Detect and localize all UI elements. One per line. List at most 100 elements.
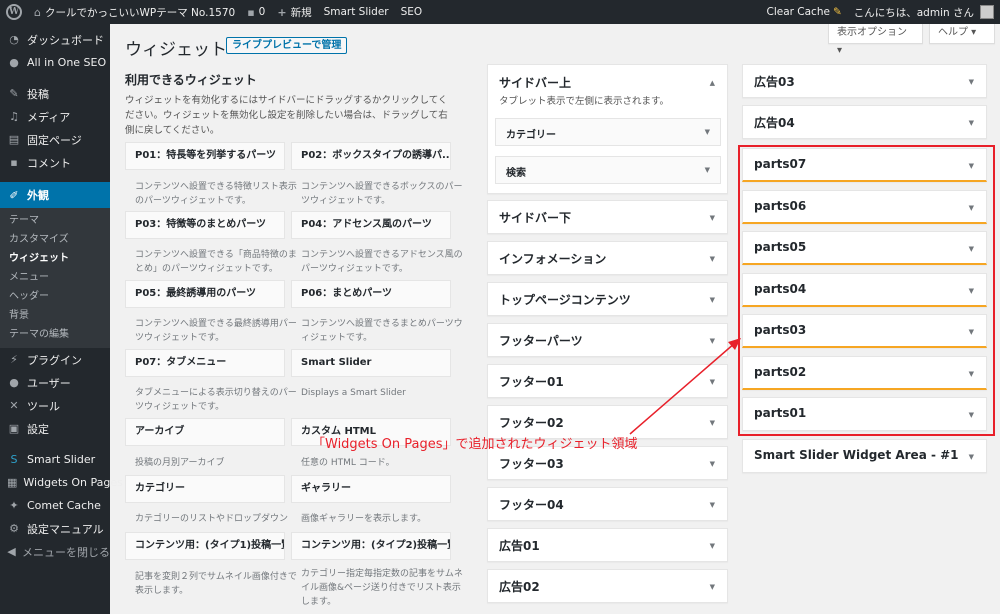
available-widget-desc: 記事を変則２列でサムネイル画像付きで表示します。 — [135, 572, 297, 596]
widget-area-ad04[interactable]: 広告04 ▼ — [742, 105, 987, 139]
widget-area-sidebar-bottom[interactable]: サイドバー下 ▼ — [487, 200, 728, 234]
available-widget-p06[interactable]: P06：まとめパーツ — [291, 280, 451, 308]
user-icon: ● — [9, 376, 19, 389]
expand-arrow-icon[interactable]: ▼ — [710, 419, 715, 427]
submenu-widgets[interactable]: ウィジェット — [0, 249, 110, 268]
comments-link[interactable]: ▪ 0 — [241, 0, 271, 24]
account-menu[interactable]: こんにちは、admin さん — [848, 0, 1000, 24]
sidebar-item-smart-slider[interactable]: S Smart Slider — [0, 448, 110, 471]
area-title: インフォメーション — [499, 252, 607, 266]
collapse-menu-button[interactable]: ◀ メニューを閉じる — [0, 540, 110, 563]
available-widget-content-type1[interactable]: コンテンツ用：(タイプ1)投稿一覧 — [125, 532, 285, 560]
appearance-submenu: テーマ カスタマイズ ウィジェット メニュー ヘッダー 背景 テーマの編集 — [0, 208, 110, 348]
annotation-text: 「Widgets On Pages」で追加されたウィジェット領域 — [312, 437, 638, 452]
collapse-arrow-icon[interactable]: ▲ — [710, 79, 715, 87]
submenu-menus[interactable]: メニュー — [0, 268, 110, 287]
expand-arrow-icon[interactable]: ▼ — [705, 128, 710, 136]
available-widget-p02[interactable]: P02：ボックスタイプの誘導パ... — [291, 142, 451, 170]
available-widget-archive[interactable]: アーカイブ — [125, 418, 285, 446]
sidebar-item-pages[interactable]: ▤ 固定ページ — [0, 128, 110, 151]
expand-arrow-icon[interactable]: ▼ — [710, 337, 715, 345]
smart-slider-link[interactable]: Smart Slider — [318, 0, 395, 24]
widget-area-ad01[interactable]: 広告01 ▼ — [487, 528, 728, 562]
available-widget-p07[interactable]: P07：タブメニュー — [125, 349, 285, 377]
screen-options-button[interactable]: 表示オプション ▾ — [828, 24, 923, 56]
widget-area-information[interactable]: インフォメーション ▼ — [487, 241, 728, 275]
sidebar-item-users[interactable]: ● ユーザー — [0, 371, 110, 394]
widget-area-top-page-content[interactable]: トップページコンテンツ ▼ — [487, 282, 728, 316]
widget-area-smart-slider[interactable]: Smart Slider Widget Area - #1 ▼ — [742, 439, 987, 473]
available-widget-p04[interactable]: P04：アドセンス風のパーツ — [291, 211, 451, 239]
expand-arrow-icon[interactable]: ▼ — [710, 501, 715, 509]
home-icon: ⌂ — [34, 5, 41, 19]
expand-arrow-icon[interactable]: ▼ — [710, 460, 715, 468]
annotation-highlight-box — [738, 145, 995, 436]
sidebar-item-media[interactable]: ♫ メディア — [0, 105, 110, 128]
area-title: フッターパーツ — [499, 334, 583, 348]
placed-widget-category[interactable]: カテゴリー ▼ — [495, 118, 721, 146]
sidebar-item-dashboard[interactable]: ◔ ダッシュボード — [0, 28, 110, 51]
area-title: 広告04 — [754, 116, 795, 130]
new-content-link[interactable]: + 新規 — [271, 0, 317, 24]
help-button[interactable]: ヘルプ ▾ — [929, 24, 995, 44]
expand-arrow-icon[interactable]: ▼ — [969, 119, 974, 127]
clear-cache-button[interactable]: Clear Cache ✎ — [760, 0, 847, 24]
widget-area-ad02[interactable]: 広告02 ▼ — [487, 569, 728, 603]
sidebar-item-tools[interactable]: ✕ ツール — [0, 394, 110, 417]
widget-area-sidebar-top[interactable]: サイドバー上 ▲ タブレット表示で左側に表示されます。 カテゴリー ▼ 検索 ▼ — [487, 64, 728, 194]
area-title: フッター01 — [499, 375, 564, 389]
expand-arrow-icon[interactable]: ▼ — [705, 166, 710, 174]
widget-area-ad03[interactable]: 広告03 ▼ — [742, 64, 987, 98]
sidebar-item-appearance[interactable]: ✐ 外観 — [0, 182, 110, 208]
expand-arrow-icon[interactable]: ▼ — [969, 453, 974, 461]
sidebar-item-settings[interactable]: ▣ 設定 — [0, 417, 110, 440]
available-widget-category[interactable]: カテゴリー — [125, 475, 285, 503]
page-title: ウィジェット — [125, 40, 227, 60]
wordpress-logo[interactable]: W — [0, 0, 28, 24]
sidebar-item-comments[interactable]: ▪ コメント — [0, 151, 110, 174]
sidebar-item-manual[interactable]: ⚙ 設定マニュアル — [0, 517, 110, 540]
available-widget-content-type2[interactable]: コンテンツ用：(タイプ2)投稿一覧 — [291, 532, 451, 560]
site-name-link[interactable]: ⌂ クールでかっこいいWPテーマ No.1570 — [28, 0, 241, 24]
available-widget-p01[interactable]: P01：特長等を列挙するパーツ — [125, 142, 285, 170]
submenu-theme-editor[interactable]: テーマの編集 — [0, 325, 110, 344]
widget-area-footer01[interactable]: フッター01 ▼ — [487, 364, 728, 398]
plus-icon: + — [277, 5, 287, 19]
available-widget-p05[interactable]: P05：最終誘導用のパーツ — [125, 280, 285, 308]
sidebar-item-seo[interactable]: ● All in One SEO — [0, 51, 110, 74]
sidebar-item-plugins[interactable]: ⚡ プラグイン — [0, 348, 110, 371]
available-widget-gallery[interactable]: ギャラリー — [291, 475, 451, 503]
area-title: サイドバー下 — [499, 211, 572, 225]
available-widget-desc: 任意の HTML コード。 — [301, 458, 395, 468]
area-title: フッター02 — [499, 416, 564, 430]
area-title: フッター04 — [499, 498, 564, 512]
area-title: Smart Slider Widget Area - #1 — [754, 448, 959, 462]
area-title: サイドバー上 — [499, 76, 572, 90]
seo-link[interactable]: SEO — [395, 0, 429, 24]
expand-arrow-icon[interactable]: ▼ — [710, 583, 715, 591]
sidebar-item-posts[interactable]: ✎ 投稿 — [0, 82, 110, 105]
placed-widget-search[interactable]: 検索 ▼ — [495, 156, 721, 184]
available-widget-desc: コンテンツへ設置できるまとめパーツウィジェットです。 — [301, 319, 463, 343]
submenu-themes[interactable]: テーマ — [0, 211, 110, 230]
expand-arrow-icon[interactable]: ▼ — [710, 542, 715, 550]
widget-area-footer04[interactable]: フッター04 ▼ — [487, 487, 728, 521]
live-preview-button[interactable]: ライブプレビューで管理 — [226, 37, 348, 54]
sidebar-item-comet-cache[interactable]: ✦ Comet Cache — [0, 494, 110, 517]
widget-area-footer-parts[interactable]: フッターパーツ ▼ — [487, 323, 728, 357]
submenu-header[interactable]: ヘッダー — [0, 287, 110, 306]
area-title: フッター03 — [499, 457, 564, 471]
submenu-customize[interactable]: カスタマイズ — [0, 230, 110, 249]
expand-arrow-icon[interactable]: ▼ — [710, 214, 715, 222]
comet-icon: ✦ — [9, 499, 19, 512]
sidebar-item-widgets-on-pages[interactable]: ▦ Widgets On Pages — [0, 471, 123, 494]
wrench-icon: ✕ — [9, 399, 19, 412]
broom-icon: ✎ — [832, 6, 842, 18]
submenu-background[interactable]: 背景 — [0, 306, 110, 325]
expand-arrow-icon[interactable]: ▼ — [710, 378, 715, 386]
available-widget-p03[interactable]: P03：特徴等のまとめパーツ — [125, 211, 285, 239]
expand-arrow-icon[interactable]: ▼ — [710, 296, 715, 304]
expand-arrow-icon[interactable]: ▼ — [710, 255, 715, 263]
available-widget-smart-slider[interactable]: Smart Slider — [291, 349, 451, 377]
expand-arrow-icon[interactable]: ▼ — [969, 78, 974, 86]
